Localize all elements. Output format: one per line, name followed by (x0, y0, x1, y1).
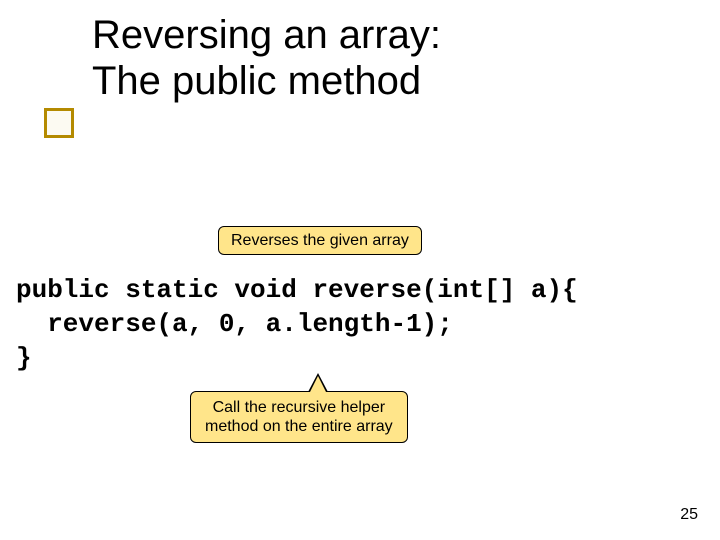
title-bullet (44, 108, 74, 138)
code-line-1: public static void reverse(int[] a){ (16, 275, 578, 305)
code-line-2: reverse(a, 0, a.length-1); (16, 309, 453, 339)
code-block: public static void reverse(int[] a){ rev… (16, 274, 578, 375)
title-line-1: Reversing an array: (92, 13, 441, 57)
title-line-2: The public method (92, 59, 421, 103)
callout-arrow (310, 376, 326, 392)
callout-bottom-line-1: Call the recursive helper (213, 399, 386, 416)
callout-reverses-array: Reverses the given array (218, 226, 422, 255)
callout-recursive-helper: Call the recursive helper method on the … (190, 391, 408, 443)
slide-number: 25 (680, 506, 698, 524)
callout-bottom-line-2: method on the entire array (205, 418, 393, 435)
slide-title: Reversing an array: The public method (92, 12, 441, 104)
callout-top-text: Reverses the given array (231, 232, 409, 249)
code-line-3: } (16, 343, 32, 373)
